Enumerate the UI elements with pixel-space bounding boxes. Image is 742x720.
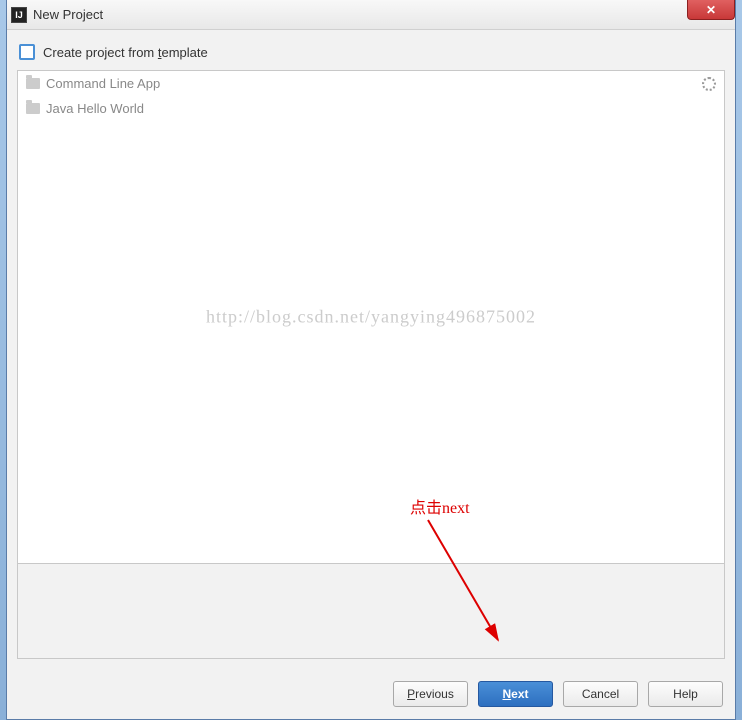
intellij-app-icon: IJ bbox=[11, 7, 27, 23]
cancel-button[interactable]: Cancel bbox=[563, 681, 638, 707]
list-item[interactable]: Java Hello World bbox=[18, 96, 724, 121]
dialog-window: IJ New Project ✕ Create project from tem… bbox=[6, 0, 736, 720]
template-description-pane bbox=[17, 564, 725, 659]
dialog-footer: Previous Next Cancel Help bbox=[7, 669, 735, 719]
close-icon: ✕ bbox=[706, 3, 716, 17]
next-button[interactable]: Next bbox=[478, 681, 553, 707]
create-from-template-checkbox[interactable] bbox=[19, 44, 35, 60]
help-button[interactable]: Help bbox=[648, 681, 723, 707]
template-item-label: Command Line App bbox=[46, 76, 160, 91]
folder-icon bbox=[26, 78, 40, 89]
template-item-label: Java Hello World bbox=[46, 101, 144, 116]
template-list[interactable]: Command Line App Java Hello World http:/… bbox=[17, 70, 725, 564]
titlebar: IJ New Project ✕ bbox=[7, 0, 735, 30]
loading-spinner-icon bbox=[702, 77, 716, 91]
watermark-text: http://blog.csdn.net/yangying496875002 bbox=[206, 307, 536, 328]
list-item[interactable]: Command Line App bbox=[18, 71, 724, 96]
create-from-template-label[interactable]: Create project from template bbox=[43, 45, 208, 60]
btn-label: ext bbox=[511, 687, 528, 701]
window-title: New Project bbox=[33, 7, 103, 22]
template-checkbox-row: Create project from template bbox=[17, 40, 725, 70]
btn-label: revious bbox=[415, 687, 454, 701]
folder-icon bbox=[26, 103, 40, 114]
content-area: Create project from template Command Lin… bbox=[7, 30, 735, 669]
close-button[interactable]: ✕ bbox=[687, 0, 735, 20]
previous-button[interactable]: Previous bbox=[393, 681, 468, 707]
